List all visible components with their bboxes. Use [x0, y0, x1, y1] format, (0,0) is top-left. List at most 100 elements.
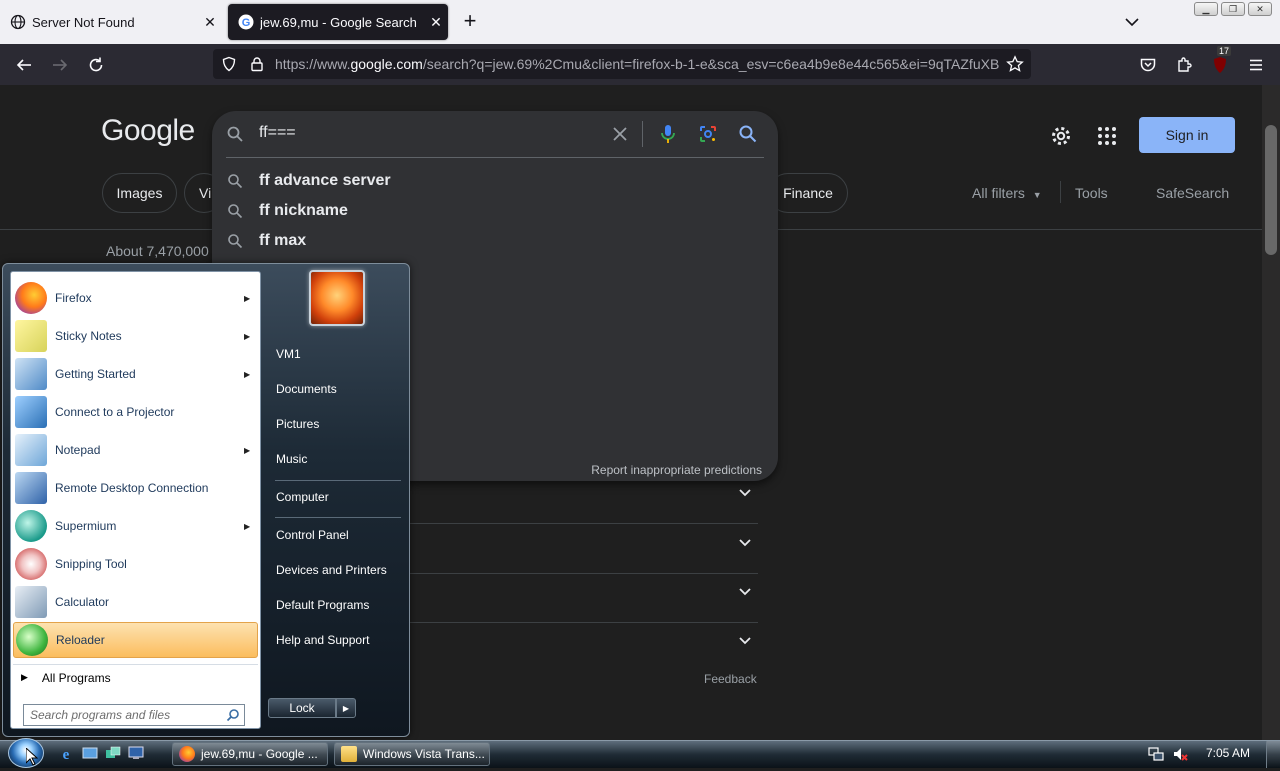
program-connect-projector[interactable]: Connect to a Projector: [13, 394, 258, 430]
forward-arrow-icon: [53, 59, 68, 71]
shield-icon[interactable]: [221, 56, 237, 77]
close-tab-icon[interactable]: ✕: [198, 14, 222, 31]
tab-server-not-found[interactable]: Server Not Found ✕: [0, 4, 222, 40]
new-tab-button[interactable]: +: [458, 10, 482, 34]
chip-images[interactable]: Images: [102, 173, 177, 213]
tab-google-search[interactable]: G jew.69,mu - Google Search ✕: [228, 4, 448, 40]
all-programs-button[interactable]: ▶ All Programs: [13, 664, 258, 690]
program-firefox[interactable]: Firefox ▶: [13, 280, 258, 316]
google-logo[interactable]: Google: [101, 114, 195, 148]
start-link-computer[interactable]: Computer: [276, 490, 329, 504]
volume-muted-icon[interactable]: [1172, 746, 1188, 762]
microphone-icon[interactable]: [659, 123, 677, 150]
remote-desktop-icon[interactable]: [128, 745, 144, 761]
projector-icon: [15, 396, 47, 428]
calculator-icon: [15, 586, 47, 618]
people-also-ask-row[interactable]: [410, 525, 758, 574]
all-filters-button[interactable]: All filters ▼: [972, 185, 1042, 201]
start-search-input[interactable]: Search programs and files: [23, 704, 245, 726]
program-sticky-notes[interactable]: Sticky Notes ▶: [13, 318, 258, 354]
submenu-arrow-icon: ▶: [244, 521, 251, 531]
safesearch-button[interactable]: SafeSearch: [1156, 185, 1229, 201]
show-desktop-button[interactable]: [1266, 741, 1280, 768]
tab-strip: Server Not Found ✕ G jew.69,mu - Google …: [0, 0, 1280, 44]
close-tab-icon[interactable]: ✕: [424, 14, 448, 31]
reload-button[interactable]: [83, 52, 109, 78]
tools-button[interactable]: Tools: [1075, 185, 1108, 201]
result-stats: About 7,470,000: [106, 243, 209, 259]
sticky-notes-icon: [15, 320, 47, 352]
bookmark-star-icon[interactable]: [1006, 55, 1024, 78]
start-link-help-support[interactable]: Help and Support: [276, 633, 369, 647]
program-remote-desktop[interactable]: Remote Desktop Connection: [13, 470, 258, 506]
network-icon[interactable]: [1148, 746, 1164, 762]
getting-started-icon: [15, 358, 47, 390]
pocket-button[interactable]: [1135, 52, 1161, 78]
minimize-button[interactable]: ▁: [1194, 2, 1218, 16]
taskbar-firefox-window[interactable]: jew.69,mu - Google ...: [172, 742, 328, 766]
start-link-documents[interactable]: Documents: [276, 382, 337, 396]
back-button[interactable]: [11, 52, 37, 78]
settings-gear-icon[interactable]: [1049, 124, 1073, 148]
report-predictions-link[interactable]: Report inappropriate predictions: [591, 463, 762, 477]
search-icon: [226, 232, 244, 250]
app-menu-button[interactable]: [1243, 52, 1269, 78]
people-also-ask-row[interactable]: [410, 574, 758, 623]
chevron-down-icon: [739, 637, 751, 645]
chip-finance[interactable]: Finance: [768, 173, 848, 213]
notepad-icon: [15, 434, 47, 466]
suggestion-item[interactable]: ff advance server: [226, 166, 766, 196]
close-window-button[interactable]: ✕: [1248, 2, 1272, 16]
page-scrollbar[interactable]: [1262, 85, 1280, 740]
forward-button[interactable]: [47, 52, 73, 78]
internet-explorer-icon[interactable]: e: [58, 745, 74, 763]
suggestion-item[interactable]: ff max: [226, 226, 766, 256]
people-also-ask-row[interactable]: [410, 475, 758, 524]
start-link-pictures[interactable]: Pictures: [276, 417, 319, 431]
url-text[interactable]: https://www.google.com/search?q=jew.69%2…: [275, 56, 1000, 72]
window-controls: ▁ ❐ ✕: [1194, 2, 1272, 16]
taskbar-explorer-window[interactable]: Windows Vista Trans...: [334, 742, 490, 766]
search-input[interactable]: ff===: [259, 124, 296, 142]
program-snipping-tool[interactable]: Snipping Tool: [13, 546, 258, 582]
show-desktop-icon[interactable]: [82, 745, 98, 761]
google-apps-icon[interactable]: [1095, 124, 1119, 148]
svg-text:G: G: [242, 17, 251, 29]
search-icon[interactable]: [226, 708, 240, 722]
lens-camera-icon[interactable]: [698, 124, 718, 149]
program-reloader[interactable]: Reloader: [13, 622, 258, 658]
scrollbar-thumb[interactable]: [1265, 125, 1277, 255]
folder-icon: [341, 746, 357, 762]
start-link-vm1[interactable]: VM1: [276, 347, 301, 361]
back-arrow-icon: [16, 59, 31, 71]
program-getting-started[interactable]: Getting Started ▶: [13, 356, 258, 392]
ublock-button[interactable]: 17: [1207, 46, 1233, 78]
extensions-button[interactable]: [1171, 52, 1197, 78]
start-menu: Firefox ▶ Sticky Notes ▶ Getting Started…: [2, 263, 410, 737]
people-also-ask-row[interactable]: [410, 623, 758, 672]
tab-title: jew.69,mu - Google Search: [260, 14, 417, 30]
start-link-default-programs[interactable]: Default Programs: [276, 598, 369, 612]
lock-icon[interactable]: [249, 56, 265, 77]
feedback-link[interactable]: Feedback: [704, 672, 757, 686]
power-options-arrow-icon[interactable]: ▶: [336, 698, 356, 718]
extension-badge: 17: [1217, 46, 1232, 56]
taskbar-clock[interactable]: 7:05 AM: [1206, 746, 1250, 760]
user-picture[interactable]: [309, 270, 365, 326]
address-bar[interactable]: https://www.google.com/search?q=jew.69%2…: [213, 49, 1031, 79]
start-link-music[interactable]: Music: [276, 452, 307, 466]
sign-in-button[interactable]: Sign in: [1139, 117, 1235, 153]
program-supermium[interactable]: Supermium ▶: [13, 508, 258, 544]
clear-search-icon[interactable]: [611, 125, 629, 148]
start-menu-separator: [275, 517, 401, 518]
switch-windows-icon[interactable]: [105, 745, 121, 761]
restore-button[interactable]: ❐: [1221, 2, 1245, 16]
search-submit-icon[interactable]: [738, 124, 758, 149]
program-calculator[interactable]: Calculator: [13, 584, 258, 620]
program-notepad[interactable]: Notepad ▶: [13, 432, 258, 468]
list-all-tabs-icon[interactable]: [1122, 12, 1142, 32]
suggestion-item[interactable]: ff nickname: [226, 196, 766, 226]
start-link-devices-printers[interactable]: Devices and Printers: [276, 563, 387, 577]
lock-button[interactable]: Lock: [268, 698, 336, 718]
start-link-control-panel[interactable]: Control Panel: [276, 528, 349, 542]
